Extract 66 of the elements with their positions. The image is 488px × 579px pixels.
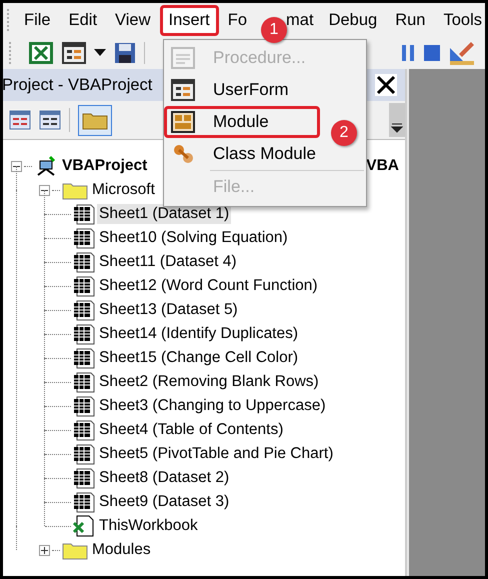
worksheet-icon (73, 491, 95, 513)
worksheet-icon (73, 443, 95, 465)
menu-item[interactable]: Insert (160, 4, 219, 36)
close-icon[interactable] (375, 74, 397, 96)
worksheet-icon (73, 395, 95, 417)
tree-item[interactable]: Modules (90, 540, 153, 560)
menu-option[interactable]: Class Module (164, 138, 320, 170)
save-icon[interactable] (114, 42, 136, 64)
worksheet-icon (73, 371, 95, 393)
excel-icon[interactable] (28, 41, 54, 65)
workbook-icon (73, 515, 95, 537)
menu-item[interactable]: Run (386, 4, 434, 36)
tree-item[interactable]: Sheet12 (Word Count Function) (97, 276, 320, 296)
scroll-down-icon[interactable] (391, 123, 403, 133)
tree-item-fragment: VBA (365, 156, 400, 176)
expander-icon[interactable] (11, 160, 22, 172)
worksheet-icon (73, 347, 95, 369)
stop-icon[interactable] (423, 44, 441, 62)
design-mode-icon[interactable] (449, 40, 475, 66)
tree-item[interactable]: Sheet3 (Changing to Uppercase) (97, 396, 328, 416)
tree-item[interactable]: Sheet1 (Dataset 1) (97, 204, 232, 224)
class-module-icon (171, 143, 195, 165)
tree-item[interactable]: Sheet10 (Solving Equation) (97, 228, 290, 248)
procedure-icon (171, 47, 195, 69)
menu-option[interactable]: Module (164, 106, 320, 138)
module-icon (171, 111, 195, 133)
userform-icon[interactable] (62, 42, 86, 64)
expander-icon[interactable] (39, 184, 50, 196)
worksheet-icon (73, 323, 95, 345)
tree-item[interactable]: Sheet14 (Identify Duplicates) (97, 324, 300, 344)
toggle-folders-button[interactable] (78, 104, 112, 136)
view-object-icon[interactable] (39, 110, 61, 130)
tree-item[interactable]: Sheet8 (Dataset 2) (97, 468, 232, 488)
tree-item[interactable]: Sheet2 (Removing Blank Rows) (97, 372, 321, 392)
userform-icon (171, 79, 195, 101)
scroll-button[interactable] (389, 103, 405, 137)
tree-item[interactable]: ThisWorkbook (97, 516, 200, 536)
menu-item[interactable]: View (106, 4, 160, 36)
worksheet-icon (73, 275, 95, 297)
worksheet-icon (73, 299, 95, 321)
worksheet-icon (73, 467, 95, 489)
tree-item[interactable]: Sheet5 (PivotTable and Pie Chart) (97, 444, 336, 464)
tree-item[interactable]: Sheet4 (Table of Contents) (97, 420, 286, 440)
caret-icon[interactable] (94, 49, 106, 57)
expander-icon[interactable] (39, 544, 50, 556)
tree-item[interactable]: Sheet11 (Dataset 4) (97, 252, 239, 272)
pause-icon[interactable] (401, 44, 415, 62)
panel-title: Project - VBAProject (3, 76, 152, 94)
menu-item[interactable]: Fo (218, 4, 256, 36)
tree-item[interactable]: Microsoft (90, 180, 157, 200)
worksheet-icon (73, 203, 95, 225)
view-code-icon[interactable] (9, 110, 31, 130)
worksheet-icon (73, 419, 95, 441)
tree-item[interactable]: Sheet13 (Dataset 5) (97, 300, 240, 320)
step-badge: 1 (261, 17, 287, 43)
worksheet-icon (73, 227, 95, 249)
menu-item[interactable]: Debug (320, 4, 386, 36)
tree-item[interactable]: Sheet15 (Change Cell Color) (97, 348, 300, 368)
menu-item[interactable]: Tools (434, 4, 485, 36)
menu-option[interactable]: UserForm (164, 74, 320, 106)
menu-item[interactable]: File (15, 4, 60, 36)
menu-item-fragment[interactable]: mat (286, 10, 314, 30)
menu-item[interactable]: Edit (60, 4, 106, 36)
tree-item[interactable]: VBAProject (60, 156, 150, 176)
worksheet-icon (73, 251, 95, 273)
tree-item[interactable]: Sheet9 (Dataset 3) (97, 492, 232, 512)
